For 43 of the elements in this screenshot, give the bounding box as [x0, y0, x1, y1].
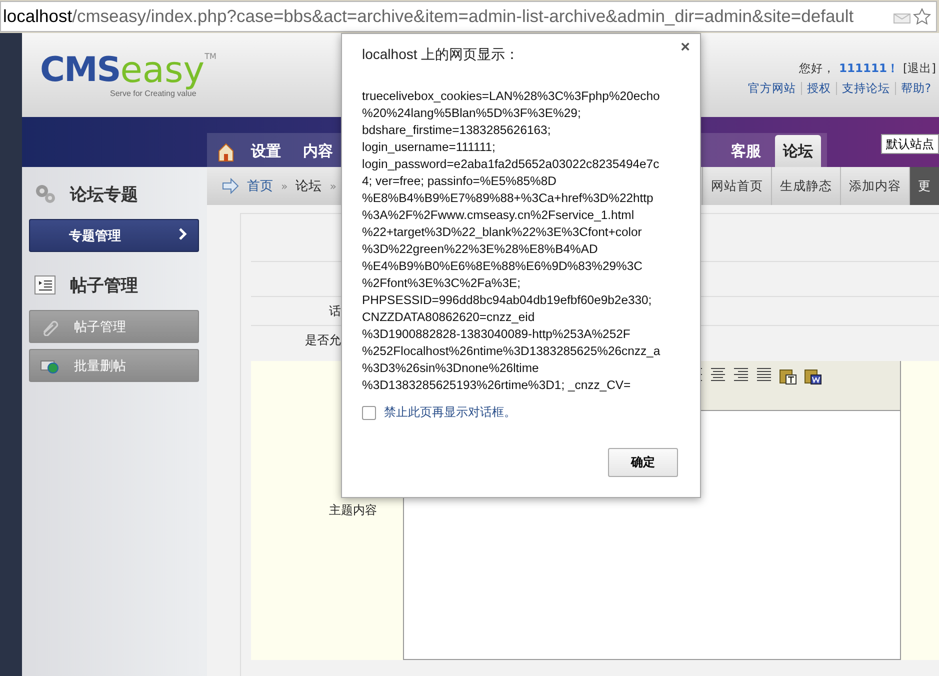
checkbox-label[interactable]: 禁止此页再显示对话框。 — [384, 404, 516, 421]
header-link[interactable]: 帮助? — [894, 82, 936, 95]
site-select[interactable]: 默认站点 — [881, 134, 939, 154]
chevron-right-icon — [178, 227, 188, 241]
form-label: 主题内容 — [329, 502, 377, 519]
form-label: 是否允 — [304, 332, 341, 349]
arrow-right-icon — [221, 178, 239, 194]
breadcrumb-current: 论坛 — [296, 178, 322, 195]
dialog-message: truecelivebox_cookies=LAN%28%3C%3Fphp%20echo %20%24lang%5Blan%5D%3F%3E%29; bdshare_firstime=1383285626163; login_username=111111; login_password=e2aba1fa2d5652a03022c8235494e7c 4; ver=free; passinfo=%E5%85%8D %E8%B4%B9%E7%89%88+%3Ca+href%3D%22http %3A%2F%2Fwww.cmseasy.cn%2Fservice_1.html %22+target%3D%22_blank%22%3E%3Cfont+color %3D%22green%22%3E%28%E8%B4%AD %E4%B9%B0%E6%8E%88%E6%9D%83%29%3C %2Ffont%3E%3C%2Fa%3E; PHPSESSID=996dd8bc94ab04db19efbf60e9b2e330; CNZZDATA80862620=cnzz_eid %3D1900882828-1383040089-http%253A%252F %252Flocalhost%26ntime%3D1383285625%26cnzz_a %3D3%26sin%3Dnone%26ltime %3D1383285625193%26rtime%3D1; _cnzz_CV= — [362, 88, 662, 394]
action-tab[interactable]: 网站首页 — [702, 167, 771, 205]
dialog-title: localhost 上的网页显示： — [362, 46, 520, 64]
breadcrumb-link[interactable]: 首页 — [247, 177, 273, 195]
header-link[interactable]: 官方网站 — [742, 82, 801, 95]
url-text: localhost/cmseasy/index.php?case=bbs&act=archive&item=admin-list-archive&admin_dir=admin&site=default — [3, 6, 855, 27]
nav-tab[interactable]: 论坛 — [775, 135, 821, 167]
gears-icon — [34, 183, 56, 205]
ok-button[interactable]: 确定 — [608, 448, 678, 477]
paste-text-icon[interactable] — [779, 367, 797, 385]
address-field[interactable]: localhost/cmseasy/index.php?case=bbs&act=archive&item=admin-list-archive&admin_dir=admin&site=default — [0, 1, 937, 32]
list-icon — [34, 274, 56, 296]
close-button[interactable]: × — [680, 39, 690, 57]
breadcrumb-separator: » — [281, 180, 288, 192]
breadcrumb-separator: » — [330, 180, 336, 192]
header-link[interactable]: 支持论坛 — [836, 82, 895, 95]
sidebar-section-title: 帖子管理 — [70, 274, 138, 296]
sidebar-section-title: 论坛专题 — [70, 184, 138, 206]
align-center-icon[interactable] — [710, 367, 726, 381]
sidebar-item[interactable]: 专题管理 — [29, 219, 199, 252]
align-justify-icon[interactable] — [756, 367, 772, 381]
paste-word-icon[interactable] — [804, 367, 822, 385]
star-icon[interactable] — [912, 6, 932, 26]
username-text: 111111！ — [839, 61, 900, 76]
action-tab[interactable]: 更 — [909, 167, 939, 205]
nav-tab[interactable]: 设置 — [243, 135, 289, 167]
nav-tab[interactable]: 内容 — [295, 135, 341, 167]
greeting-text: 您好， — [799, 61, 835, 76]
checkbox[interactable] — [362, 406, 376, 420]
action-tab[interactable]: 生成静态 — [771, 167, 840, 205]
nav-tab[interactable]: 客服 — [723, 135, 769, 167]
header-link[interactable]: 授权 — [800, 82, 836, 95]
form-label: 话 — [328, 302, 341, 320]
align-right-icon[interactable] — [733, 367, 749, 381]
logout-link[interactable]: [退出] — [903, 61, 936, 76]
